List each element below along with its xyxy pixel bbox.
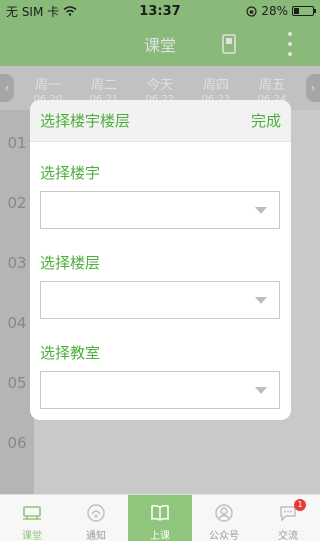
chevron-down-icon bbox=[255, 207, 267, 214]
nav-label: 交流 bbox=[278, 531, 298, 541]
floor-label: 选择楼层 bbox=[40, 254, 101, 272]
nav-item-chat[interactable]: 1 交流 bbox=[256, 495, 320, 541]
notification-icon bbox=[87, 504, 105, 522]
classroom-select[interactable] bbox=[40, 371, 280, 409]
classroom-icon bbox=[23, 506, 41, 520]
floor-select[interactable] bbox=[40, 281, 280, 319]
nav-item-public-account[interactable]: 公众号 bbox=[192, 495, 256, 541]
nav-label: 公众号 bbox=[209, 531, 239, 541]
nav-item-class[interactable]: 上课 bbox=[128, 495, 192, 541]
nav-label: 通知 bbox=[86, 531, 106, 541]
done-button[interactable]: 完成 bbox=[251, 110, 281, 131]
dialog-title: 选择楼宇楼层 bbox=[40, 112, 131, 130]
building-floor-dialog: 选择楼宇楼层 完成 选择楼宇 选择楼层 选择教室 bbox=[30, 100, 291, 420]
unread-badge: 1 bbox=[294, 499, 306, 511]
classroom-label: 选择教室 bbox=[40, 344, 101, 362]
building-select[interactable] bbox=[40, 191, 280, 229]
building-label: 选择楼宇 bbox=[40, 164, 101, 182]
chevron-down-icon bbox=[255, 297, 267, 304]
bottom-nav: 课堂 通知 上课 公众号 1 交流 bbox=[0, 494, 320, 541]
nav-item-notification[interactable]: 通知 bbox=[64, 495, 128, 541]
nav-label: 上课 bbox=[150, 531, 170, 541]
book-icon bbox=[151, 504, 169, 521]
nav-label: 课堂 bbox=[22, 531, 42, 541]
chevron-down-icon bbox=[255, 387, 267, 394]
nav-item-classroom[interactable]: 课堂 bbox=[0, 495, 64, 541]
dialog-header: 选择楼宇楼层 完成 bbox=[30, 100, 291, 142]
public-account-icon bbox=[215, 504, 233, 522]
